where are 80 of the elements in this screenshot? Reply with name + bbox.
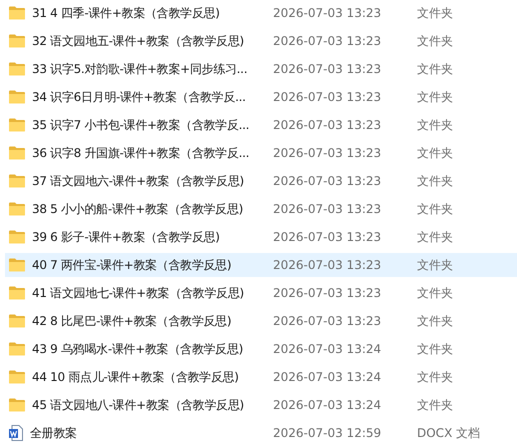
file-name: 32 语文园地五-课件+教案（含教学反思)	[32, 32, 244, 50]
folder-icon	[9, 62, 25, 76]
folder-icon	[9, 118, 25, 132]
file-row[interactable]: 45 语文园地八-课件+教案（含教学反思) 2026-07-03 13:24 文件夹	[5, 393, 517, 417]
file-type: 文件夹	[417, 312, 453, 330]
file-row[interactable]: 35 识字7 小书包-课件+教案（含教学反... 2026-07-03 13:23 文件夹	[5, 113, 517, 137]
file-type: 文件夹	[417, 116, 453, 134]
folder-icon	[9, 286, 25, 300]
file-type: 文件夹	[417, 172, 453, 190]
file-name: 全册教案	[30, 424, 77, 442]
modified-date: 2026-07-03 13:23	[273, 118, 382, 132]
folder-icon	[9, 6, 25, 20]
file-row[interactable]: 36 识字8 升国旗-课件+教案（含教学反... 2026-07-03 13:23 文件夹	[5, 141, 517, 165]
file-row[interactable]: 39 6 影子-课件+教案（含教学反思) 2026-07-03 13:23 文件夹	[5, 225, 517, 249]
file-name: 43 9 乌鸦喝水-课件+教案（含教学反思)	[32, 340, 243, 358]
file-type: 文件夹	[417, 228, 453, 246]
file-name: 34 识字6日月明-课件+教案（含教学反...	[32, 88, 246, 106]
file-name: 45 语文园地八-课件+教案（含教学反思)	[32, 396, 244, 414]
file-name: 42 8 比尾巴-课件+教案（含教学反思)	[32, 312, 232, 330]
file-name: 40 7 两件宝-课件+教案（含教学反思)	[32, 256, 232, 274]
file-name: 41 语文园地七-课件+教案（含教学反思)	[32, 284, 244, 302]
file-row[interactable]: 37 语文园地六-课件+教案（含教学反思) 2026-07-03 13:23 文件夹	[5, 169, 517, 193]
modified-date: 2026-07-03 13:23	[273, 314, 382, 328]
file-row[interactable]: 38 5 小小的船-课件+教案（含教学反思) 2026-07-03 13:23 文件夹	[5, 197, 517, 221]
folder-icon	[9, 146, 25, 160]
file-row[interactable]: 42 8 比尾巴-课件+教案（含教学反思) 2026-07-03 13:23 文件夹	[5, 309, 517, 333]
file-name: 44 10 雨点儿-课件+教案（含教学反思)	[32, 368, 239, 386]
file-type: 文件夹	[417, 32, 453, 50]
modified-date: 2026-07-03 13:23	[273, 34, 382, 48]
modified-date: 2026-07-03 13:23	[273, 90, 382, 104]
file-type: DOCX 文档	[417, 424, 480, 442]
file-row[interactable]: 全册教案 2026-07-03 12:59 DOCX 文档	[5, 421, 517, 445]
file-row[interactable]: 34 识字6日月明-课件+教案（含教学反... 2026-07-03 13:23 文件夹	[5, 85, 517, 109]
file-type: 文件夹	[417, 284, 453, 302]
file-type: 文件夹	[417, 60, 453, 78]
modified-date: 2026-07-03 13:23	[273, 174, 382, 188]
word-document-icon	[9, 425, 23, 441]
file-type: 文件夹	[417, 88, 453, 106]
folder-icon	[9, 34, 25, 48]
folder-icon	[9, 174, 25, 188]
modified-date: 2026-07-03 13:24	[273, 342, 382, 356]
file-row[interactable]: 32 语文园地五-课件+教案（含教学反思) 2026-07-03 13:23 文件夹	[5, 29, 517, 53]
modified-date: 2026-07-03 13:23	[273, 6, 382, 20]
modified-date: 2026-07-03 13:23	[273, 202, 382, 216]
file-type: 文件夹	[417, 256, 453, 274]
folder-icon	[9, 370, 25, 384]
file-row[interactable]: 31 4 四季-课件+教案（含教学反思) 2026-07-03 13:23 文件夹	[5, 1, 517, 25]
file-name: 39 6 影子-课件+教案（含教学反思)	[32, 228, 220, 246]
file-name: 38 5 小小的船-课件+教案（含教学反思)	[32, 200, 243, 218]
file-row[interactable]: 40 7 两件宝-课件+教案（含教学反思) 2026-07-03 13:23 文件夹	[5, 253, 517, 277]
modified-date: 2026-07-03 12:59	[273, 426, 382, 440]
file-name: 36 识字8 升国旗-课件+教案（含教学反...	[32, 144, 250, 162]
file-type: 文件夹	[417, 144, 453, 162]
modified-date: 2026-07-03 13:23	[273, 258, 382, 272]
file-name: 35 识字7 小书包-课件+教案（含教学反...	[32, 116, 250, 134]
folder-icon	[9, 90, 25, 104]
modified-date: 2026-07-03 13:24	[273, 370, 382, 384]
folder-icon	[9, 398, 25, 412]
file-row[interactable]: 43 9 乌鸦喝水-课件+教案（含教学反思) 2026-07-03 13:24 文件夹	[5, 337, 517, 361]
file-row[interactable]: 33 识字5.对韵歌-课件+教案+同步练习... 2026-07-03 13:23 文件夹	[5, 57, 517, 81]
file-row[interactable]: 41 语文园地七-课件+教案（含教学反思) 2026-07-03 13:23 文件夹	[5, 281, 517, 305]
file-name: 37 语文园地六-课件+教案（含教学反思)	[32, 172, 244, 190]
file-type: 文件夹	[417, 396, 453, 414]
modified-date: 2026-07-03 13:23	[273, 286, 382, 300]
folder-icon	[9, 342, 25, 356]
file-type: 文件夹	[417, 200, 453, 218]
modified-date: 2026-07-03 13:24	[273, 398, 382, 412]
file-type: 文件夹	[417, 4, 453, 22]
file-name: 33 识字5.对韵歌-课件+教案+同步练习...	[32, 60, 248, 78]
file-name: 31 4 四季-课件+教案（含教学反思)	[32, 4, 220, 22]
folder-icon	[9, 258, 25, 272]
modified-date: 2026-07-03 13:23	[273, 146, 382, 160]
modified-date: 2026-07-03 13:23	[273, 230, 382, 244]
modified-date: 2026-07-03 13:23	[273, 62, 382, 76]
file-row[interactable]: 44 10 雨点儿-课件+教案（含教学反思) 2026-07-03 13:24 文件夹	[5, 365, 517, 389]
file-type: 文件夹	[417, 368, 453, 386]
folder-icon	[9, 230, 25, 244]
folder-icon	[9, 314, 25, 328]
file-type: 文件夹	[417, 340, 453, 358]
folder-icon	[9, 202, 25, 216]
